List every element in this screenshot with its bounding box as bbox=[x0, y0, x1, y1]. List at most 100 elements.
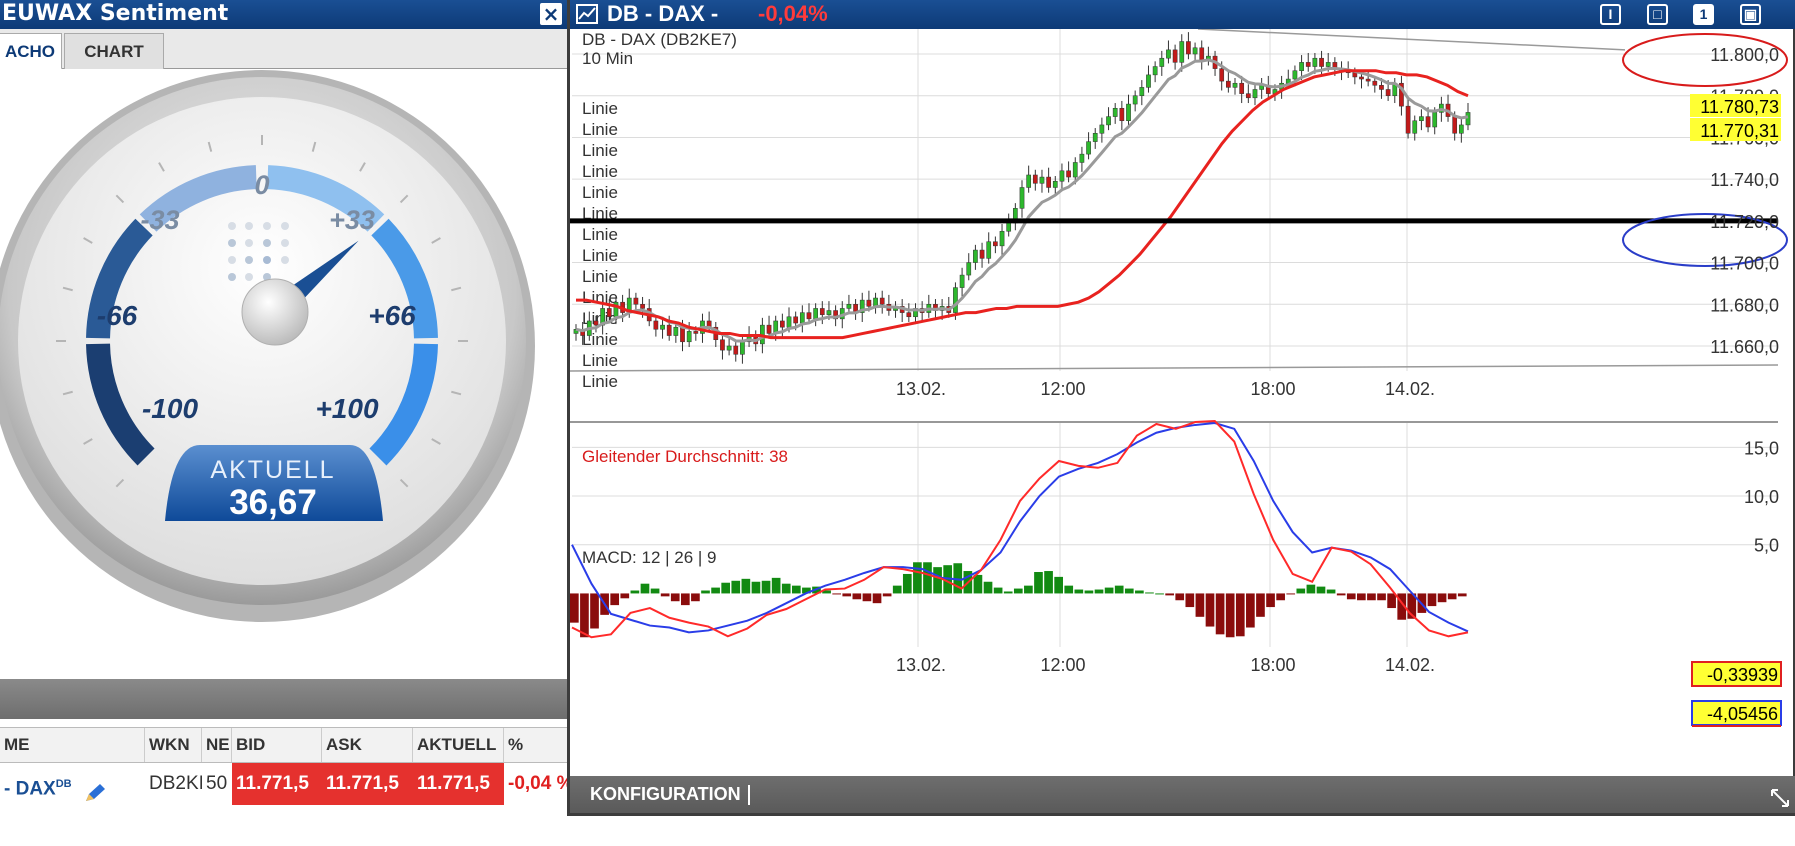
col-aktuell[interactable]: AKTUELL bbox=[413, 728, 504, 762]
price-y-tick: 11.660,0 bbox=[1710, 337, 1779, 357]
konfiguration-button[interactable]: KONFIGURATION bbox=[590, 776, 741, 813]
macd-y-tick: 15,0 bbox=[1744, 438, 1779, 458]
row-name[interactable]: - DAXDB bbox=[0, 763, 145, 805]
chart-window: DB - DAX - -0,04% I □ 1 ▣ DB - DAX (DB2K… bbox=[567, 0, 1795, 816]
gauge-label-neg100: -100 bbox=[142, 393, 198, 424]
candle-body bbox=[1319, 57, 1324, 67]
candle-body bbox=[1226, 80, 1231, 88]
close-icon[interactable]: × bbox=[540, 3, 562, 25]
sentiment-title: EUWAX Sentiment bbox=[2, 1, 229, 26]
macd-label-1: -0,33939 bbox=[1707, 665, 1778, 685]
macd-histogram-bar bbox=[1387, 593, 1396, 609]
candle-body bbox=[733, 345, 739, 355]
macd-histogram-bar bbox=[751, 581, 761, 594]
macd-x-tick: 14.02. bbox=[1385, 655, 1435, 675]
col-pct[interactable]: % bbox=[504, 728, 568, 762]
macd-histogram-bar bbox=[892, 585, 902, 594]
col-ask[interactable]: ASK bbox=[322, 728, 413, 762]
candle-body bbox=[953, 287, 958, 313]
tab-tacho[interactable]: ACHO bbox=[0, 33, 62, 70]
sentiment-divider-bar bbox=[0, 679, 568, 719]
sentiment-gauge-area: 0 -33 +33 -66 +66 -100 +100 AKTUELL 36,6… bbox=[0, 69, 568, 679]
macd-histogram-bar bbox=[640, 583, 650, 594]
price-y-tick: 11.720,0 bbox=[1710, 212, 1779, 232]
candle-body bbox=[1059, 170, 1065, 182]
col-bid[interactable]: BID bbox=[232, 728, 322, 762]
candle-body bbox=[1458, 124, 1464, 134]
candle-body bbox=[1052, 180, 1058, 188]
col-name[interactable]: ME bbox=[0, 728, 145, 762]
macd-x-tick: 12:00 bbox=[1040, 655, 1085, 675]
macd-histogram-bar bbox=[1114, 585, 1124, 594]
edit-pencil-icon[interactable] bbox=[83, 778, 109, 802]
row-ask[interactable]: 11.771,5 bbox=[322, 763, 413, 805]
tab-chart[interactable]: CHART bbox=[64, 33, 164, 69]
candle-body bbox=[653, 320, 659, 330]
candle-body bbox=[1152, 66, 1158, 76]
candle-body bbox=[1066, 170, 1071, 178]
candle-body bbox=[1106, 116, 1111, 126]
candle-body bbox=[846, 304, 852, 309]
resize-icon[interactable] bbox=[1770, 784, 1790, 807]
candle-body bbox=[1405, 105, 1411, 134]
macd-histogram-bar bbox=[1447, 593, 1457, 600]
candle-body bbox=[660, 324, 665, 330]
row-name-sup: DB bbox=[55, 778, 72, 790]
single-window-button[interactable]: □ bbox=[1647, 4, 1668, 25]
macd-histogram-bar bbox=[731, 580, 741, 594]
row-ne: 50 bbox=[206, 773, 228, 794]
candle-body bbox=[873, 297, 878, 307]
candle-body bbox=[1312, 57, 1318, 67]
candle-body bbox=[1026, 174, 1032, 188]
layout-1-button[interactable]: 1 bbox=[1693, 4, 1714, 25]
macd-histogram-bar bbox=[973, 574, 983, 594]
candle-body bbox=[1465, 112, 1471, 126]
aktuell-caption: AKTUELL bbox=[210, 456, 335, 484]
gauge-label-neg66: -66 bbox=[97, 300, 138, 331]
sentiment-panel: EUWAX Sentiment × ACHO CHART 0 -33 +33 -… bbox=[0, 0, 568, 846]
legend-item: Linie bbox=[582, 246, 618, 265]
macd-histogram-bar bbox=[1286, 593, 1296, 595]
row-pct: -0,04 % bbox=[508, 773, 568, 794]
macd-x-axis: 13.02. 12:00 18:00 14.02. bbox=[896, 655, 1435, 675]
price-grid bbox=[570, 29, 1779, 372]
macd-histogram-bar bbox=[933, 567, 942, 594]
candle-body bbox=[1425, 116, 1431, 128]
table-row[interactable]: - DAXDB DB2KI 50 11.771,5 11.771,5 11.77… bbox=[0, 763, 568, 805]
candle-body bbox=[1092, 133, 1098, 142]
candle-body bbox=[986, 241, 992, 259]
macd-x-tick: 13.02. bbox=[896, 655, 946, 675]
macd-histogram-bar bbox=[610, 593, 620, 606]
legend-item: Linie bbox=[582, 183, 618, 202]
trend-line[interactable] bbox=[1197, 29, 1626, 51]
aktuell-value: 36,67 bbox=[229, 483, 317, 522]
candle-body bbox=[1172, 49, 1178, 63]
price-x-tick: 12:00 bbox=[1040, 379, 1085, 399]
sentiment-titlebar: EUWAX Sentiment × bbox=[0, 0, 568, 29]
price-label-1: 11.780,73 bbox=[1700, 97, 1779, 117]
col-ne[interactable]: NE bbox=[202, 728, 232, 762]
candle-body bbox=[1139, 87, 1145, 96]
maximize-button[interactable]: ▣ bbox=[1740, 4, 1761, 25]
candle-body bbox=[766, 324, 772, 334]
gauge-label-pos100: +100 bbox=[315, 393, 378, 424]
row-bid[interactable]: 11.771,5 bbox=[232, 763, 322, 805]
row-name-text[interactable]: - DAX bbox=[4, 778, 56, 799]
candle-body bbox=[1039, 176, 1045, 184]
chart-area[interactable]: DB - DAX (DB2KE7) 10 Min LinieLinieLinie… bbox=[570, 29, 1795, 776]
col-wkn[interactable]: WKN bbox=[145, 728, 202, 762]
macd-histogram-bar bbox=[791, 585, 801, 594]
macd-histogram-bar bbox=[1326, 589, 1336, 594]
footer-divider bbox=[748, 785, 750, 805]
macd-histogram-bar bbox=[1084, 590, 1094, 594]
candle-body bbox=[1232, 82, 1238, 88]
legend-item: Linie bbox=[582, 162, 618, 181]
macd-histogram-bar bbox=[1306, 584, 1316, 594]
macd-histogram-bar bbox=[1457, 593, 1467, 597]
candle-body bbox=[973, 249, 978, 263]
candle-body bbox=[1299, 62, 1304, 71]
chart-titlebar: DB - DAX - -0,04% I □ 1 ▣ bbox=[570, 0, 1795, 29]
macd-histogram-bar bbox=[1316, 586, 1326, 594]
chart-icon bbox=[576, 3, 598, 24]
info-button[interactable]: I bbox=[1600, 4, 1621, 25]
